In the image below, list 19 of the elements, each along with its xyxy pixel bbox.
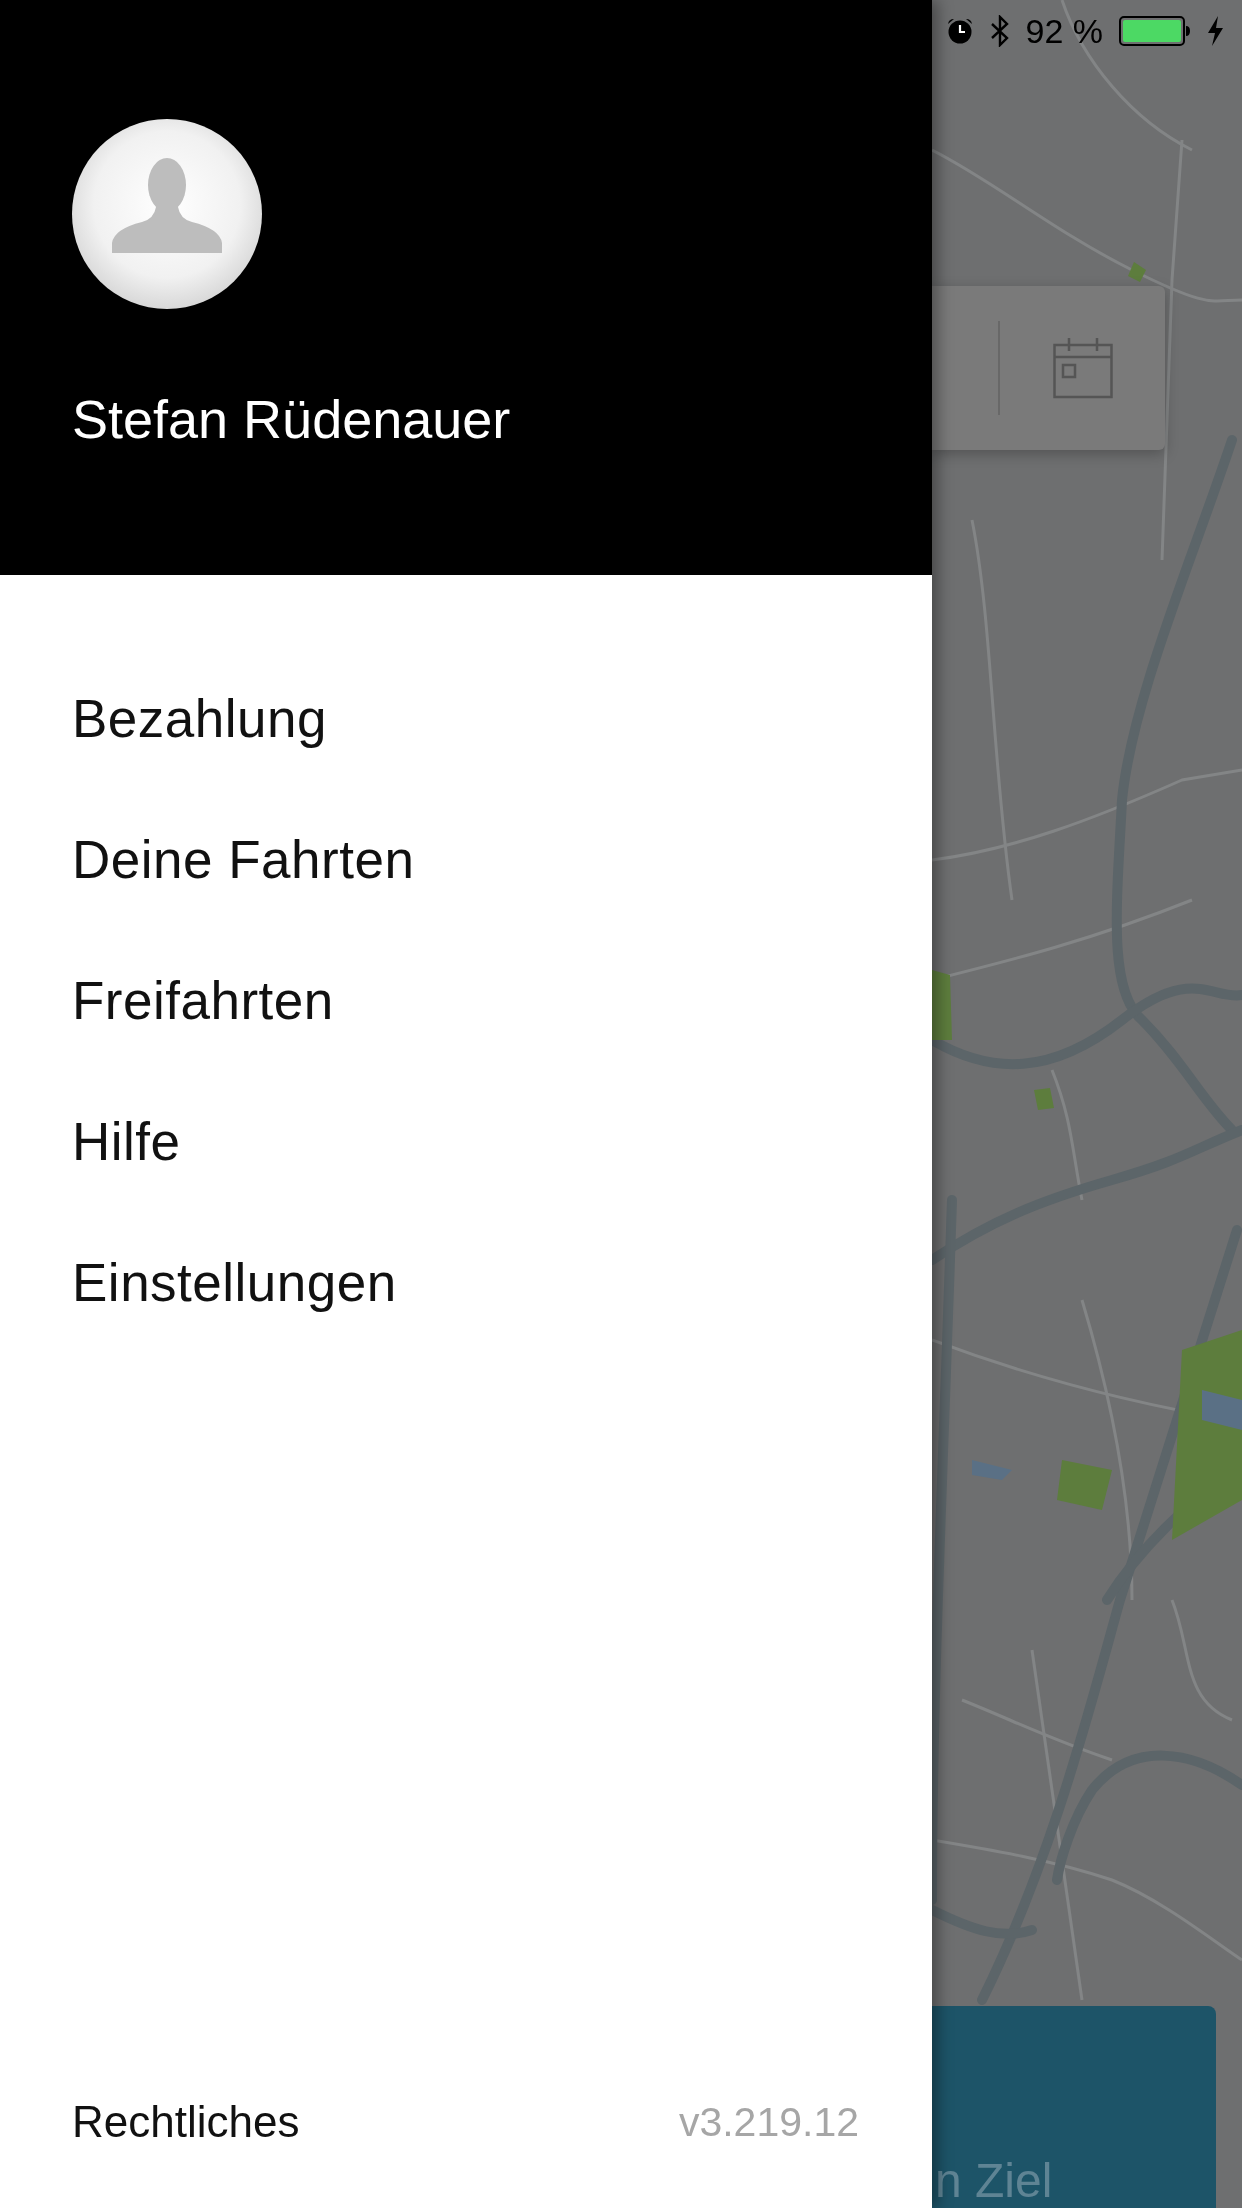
battery-percentage: 92 % (1025, 14, 1103, 48)
park-area (1034, 1088, 1054, 1110)
avatar-icon (72, 119, 262, 309)
menu-item[interactable]: Einstellungen (0, 1212, 397, 1353)
user-name: Stefan Rüdenauer (72, 388, 511, 451)
menu-item[interactable]: Deine Fahrten (0, 789, 415, 930)
legal-link[interactable]: Rechtliches (72, 2097, 300, 2147)
water-area (1202, 1390, 1242, 1430)
alarm-clock-icon (945, 17, 974, 45)
charging-bolt-icon (1207, 16, 1224, 46)
battery-icon (1119, 16, 1191, 46)
menu-item[interactable]: Hilfe (0, 1071, 181, 1212)
calendar-icon[interactable] (1053, 337, 1113, 399)
menu-item[interactable]: Freifahrten (0, 930, 334, 1071)
park-area (1057, 1460, 1112, 1510)
menu-item[interactable]: Bezahlung (0, 648, 327, 789)
bluetooth-icon (989, 15, 1010, 47)
park-area (1128, 262, 1146, 282)
version-label: v3.219.12 (678, 2098, 859, 2146)
